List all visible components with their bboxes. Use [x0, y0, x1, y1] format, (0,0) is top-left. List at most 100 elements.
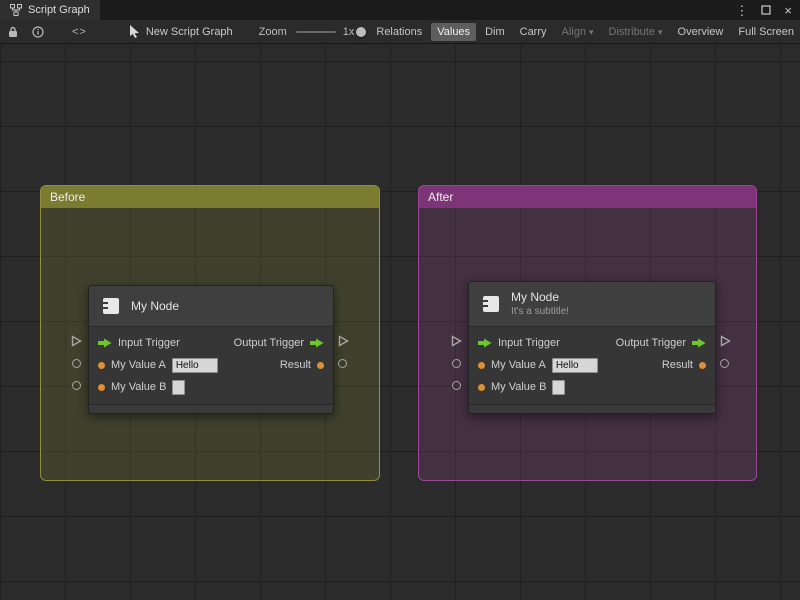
- node-titles: My Node: [131, 298, 180, 313]
- value-port-connector[interactable]: [720, 359, 729, 368]
- maximize-icon[interactable]: [761, 5, 772, 15]
- value-port-icon[interactable]: [699, 361, 706, 369]
- value-port-icon[interactable]: [98, 383, 105, 391]
- value-port-icon[interactable]: [478, 361, 485, 369]
- lock-icon[interactable]: [8, 26, 18, 38]
- distribute-dropdown: Distribute ▾: [603, 23, 669, 41]
- port-row: My Value B: [469, 376, 715, 398]
- tab-bar: Script Graph ⋮ ×: [0, 0, 800, 20]
- zoom-slider-knob[interactable]: [355, 26, 366, 37]
- result-label: Result: [279, 359, 311, 371]
- flow-port-connector[interactable]: [70, 335, 82, 347]
- graph-toolbar: <> New Script Graph Zoom 1x Relations Va…: [0, 20, 800, 44]
- flow-in-port-icon[interactable]: [98, 338, 112, 348]
- group-after-header[interactable]: After: [419, 186, 756, 208]
- node-my-node-before[interactable]: My Node Input Trigger Output Trigger My …: [88, 285, 334, 414]
- value-port-icon[interactable]: [98, 361, 105, 369]
- value-a-label: My Value A: [111, 359, 166, 371]
- value-b-input[interactable]: [172, 379, 186, 395]
- value-port-icon[interactable]: [317, 361, 324, 369]
- value-port-connector[interactable]: [72, 381, 81, 390]
- port-group: Output Trigger: [234, 337, 324, 349]
- close-icon[interactable]: ×: [784, 4, 792, 17]
- port-row: My Value A Result: [89, 354, 333, 376]
- align-dropdown: Align ▾: [556, 23, 600, 41]
- carry-button[interactable]: Carry: [514, 23, 553, 41]
- flow-port-connector[interactable]: [719, 335, 731, 347]
- script-graph-icon: [10, 4, 22, 16]
- zoom-slider-track[interactable]: [295, 30, 336, 33]
- script-graph-window: Script Graph ⋮ × <> New Script Graph Zoo…: [0, 0, 800, 600]
- port-row: My Value B: [89, 376, 333, 398]
- node-body: Input Trigger Output Trigger My Value A: [89, 327, 333, 404]
- value-a-input[interactable]: [551, 357, 598, 373]
- values-button[interactable]: Values: [431, 22, 477, 41]
- node-icon: [103, 298, 119, 314]
- port-group: My Value A: [478, 357, 598, 373]
- value-b-input[interactable]: [552, 379, 566, 395]
- zoom-value: 1x: [342, 25, 355, 38]
- node-footer: [469, 404, 715, 413]
- node-footer: [89, 404, 333, 413]
- node-subtitle: It's a subtitle!: [511, 306, 570, 317]
- flow-out-port-icon[interactable]: [310, 338, 324, 348]
- info-icon[interactable]: [32, 25, 44, 38]
- zoom-slider[interactable]: [295, 26, 366, 38]
- group-after-label: After: [428, 190, 454, 204]
- port-group: Result: [662, 359, 706, 371]
- align-label: Align: [561, 25, 586, 38]
- flow-port-connector[interactable]: [337, 335, 349, 347]
- full-screen-button[interactable]: Full Screen: [732, 23, 800, 41]
- node-body: Input Trigger Output Trigger My Value A: [469, 327, 715, 404]
- group-before-header[interactable]: Before: [41, 186, 379, 208]
- pointer-icon: [129, 25, 140, 38]
- overview-button[interactable]: Overview: [672, 23, 730, 41]
- window-controls: ⋮ ×: [735, 0, 800, 20]
- chevron-down-icon: ▾: [588, 26, 594, 37]
- port-group: Result: [280, 359, 324, 371]
- group-before-label: Before: [50, 190, 86, 204]
- flow-out-port-icon[interactable]: [692, 338, 706, 348]
- node-title: My Node: [131, 298, 180, 313]
- result-label: Result: [661, 359, 693, 371]
- value-b-label: My Value B: [111, 381, 167, 393]
- value-port-connector[interactable]: [452, 359, 461, 368]
- distribute-label: Distribute: [608, 25, 655, 38]
- chevron-down-icon: ▾: [657, 26, 663, 37]
- value-port-connector[interactable]: [452, 381, 461, 390]
- port-row: Input Trigger Output Trigger: [469, 332, 715, 354]
- port-group: Input Trigger: [98, 337, 180, 349]
- value-port-connector[interactable]: [338, 359, 347, 368]
- input-trigger-label: Input Trigger: [498, 337, 560, 349]
- more-menu-icon[interactable]: ⋮: [735, 4, 748, 17]
- code-icon[interactable]: <>: [72, 26, 87, 38]
- value-b-label: My Value B: [491, 381, 547, 393]
- port-group: Input Trigger: [478, 337, 560, 349]
- dim-button[interactable]: Dim: [479, 23, 511, 41]
- input-trigger-label: Input Trigger: [118, 337, 180, 349]
- value-port-icon[interactable]: [478, 383, 485, 391]
- node-titles: My Node It's a subtitle!: [511, 290, 570, 318]
- graph-canvas[interactable]: Before After My Node Input Trigger Outpu…: [0, 45, 800, 600]
- tab-title: Script Graph: [28, 4, 90, 16]
- tab-script-graph[interactable]: Script Graph: [0, 0, 100, 20]
- node-icon: [483, 296, 499, 312]
- flow-in-port-icon[interactable]: [478, 338, 492, 348]
- zoom-label: Zoom: [258, 25, 287, 38]
- relations-button[interactable]: Relations: [370, 23, 428, 41]
- port-group: Output Trigger: [616, 337, 706, 349]
- output-trigger-label: Output Trigger: [615, 337, 686, 349]
- port-group: My Value B: [478, 379, 566, 395]
- toolbar-buttons: Relations Values Dim Carry Align ▾ Distri…: [370, 22, 800, 41]
- port-group: My Value A: [98, 357, 218, 373]
- port-row: My Value A Result: [469, 354, 715, 376]
- graph-name-label[interactable]: New Script Graph: [146, 26, 233, 38]
- node-title: My Node: [511, 290, 560, 304]
- node-my-node-after[interactable]: My Node It's a subtitle! Input Trigger O…: [468, 281, 716, 414]
- value-port-connector[interactable]: [72, 359, 81, 368]
- output-trigger-label: Output Trigger: [233, 337, 304, 349]
- node-header[interactable]: My Node It's a subtitle!: [469, 282, 715, 327]
- flow-port-connector[interactable]: [450, 335, 462, 347]
- node-header[interactable]: My Node: [89, 286, 333, 327]
- value-a-input[interactable]: [171, 357, 218, 373]
